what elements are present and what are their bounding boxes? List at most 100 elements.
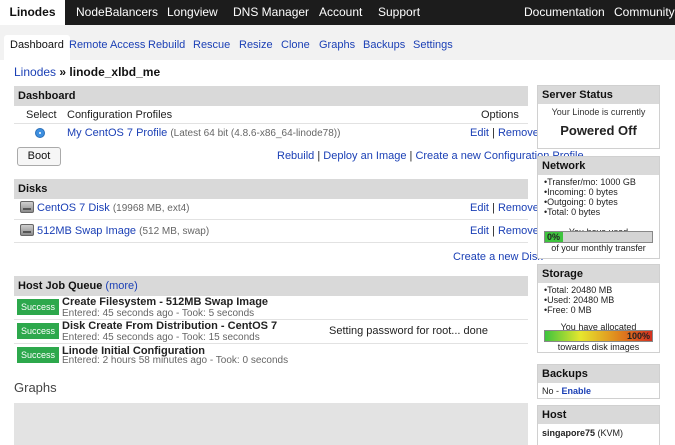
profile-row: My CentOS 7 Profile (Latest 64 bit (4.8.… (67, 127, 340, 139)
profile-options: Edit | Remove (470, 127, 539, 139)
nav-nodebalancers[interactable]: NodeBalancers (76, 0, 158, 25)
options-separator: | (492, 202, 495, 214)
tab-remote-access[interactable]: Remote Access (69, 35, 145, 60)
nav-account[interactable]: Account (319, 0, 362, 25)
graphs-title: Graphs (14, 380, 57, 395)
backups-header: Backups (538, 365, 659, 383)
nav-support[interactable]: Support (378, 0, 420, 25)
tab-settings[interactable]: Settings (413, 35, 453, 60)
network-stat: Incoming: 0 bytes (544, 187, 655, 197)
nav-documentation[interactable]: Documentation (524, 0, 605, 25)
storage-bar: 100% (544, 330, 653, 342)
job-queue-more-link[interactable]: (more) (105, 280, 137, 292)
divider (14, 242, 528, 243)
nav-linodes[interactable]: Linodes (0, 0, 65, 25)
remove-profile-link[interactable]: Remove (498, 127, 539, 139)
host-name: singapore75 (542, 428, 596, 438)
options-separator: | (492, 127, 495, 139)
boot-button[interactable]: Boot (17, 147, 61, 166)
tab-resize[interactable]: Resize (239, 35, 273, 60)
actions-separator: | (317, 150, 321, 162)
storage-stat: Free: 0 MB (544, 305, 655, 315)
disk-detail: (19968 MB, ext4) (112, 203, 190, 214)
breadcrumb: Linodes » linode_xlbd_me (14, 65, 160, 79)
disk-options: Edit | Remove (470, 202, 539, 214)
disk-detail: (512 MB, swap) (139, 226, 210, 237)
job-meta: Entered: 2 hours 58 minutes ago - Took: … (62, 355, 289, 366)
backups-row: No - Enable (538, 383, 659, 396)
nav-longview[interactable]: Longview (167, 0, 218, 25)
tab-rebuild[interactable]: Rebuild (148, 35, 185, 60)
divider (14, 123, 528, 124)
storage-stat: Used: 20480 MB (544, 295, 655, 305)
disk-row: 512MB Swap Image (512 MB, swap) (37, 225, 209, 237)
tab-dashboard[interactable]: Dashboard (4, 35, 70, 60)
hard-disk-icon (20, 224, 34, 236)
col-options-header: Options (481, 109, 519, 121)
breadcrumb-separator: » (59, 65, 67, 79)
server-status-panel: Server Status Your Linode is currently P… (537, 85, 660, 149)
divider (14, 219, 528, 220)
enable-backups-link[interactable]: Enable (562, 386, 592, 396)
edit-disk-link[interactable]: Edit (470, 225, 489, 237)
nav-dns-manager[interactable]: DNS Manager (233, 0, 309, 25)
network-stat: Total: 0 bytes (544, 207, 655, 217)
network-stat: Transfer/mo: 1000 GB (544, 177, 655, 187)
job-title: Disk Create From Distribution - CentOS 7 (62, 320, 278, 332)
disks-header: Disks (14, 179, 528, 199)
host-row: singapore75 (KVM) (538, 424, 659, 438)
storage-percent: 100% (626, 331, 650, 341)
hard-disk-icon (20, 201, 34, 213)
options-separator: | (492, 225, 495, 237)
col-select-header: Select (26, 109, 57, 121)
breadcrumb-linodes-link[interactable]: Linodes (14, 65, 56, 79)
storage-suffix: towards disk images (557, 342, 640, 352)
backups-state: No - (542, 386, 560, 396)
tab-rescue[interactable]: Rescue (193, 35, 230, 60)
job-meta: Entered: 45 seconds ago - Took: 5 second… (62, 308, 255, 319)
actions-separator: | (409, 150, 413, 162)
network-header: Network (538, 157, 659, 175)
remove-disk-link[interactable]: Remove (498, 202, 539, 214)
disk-options: Edit | Remove (470, 225, 539, 237)
profile-radio[interactable] (35, 128, 45, 138)
disk-row: CentOS 7 Disk (19968 MB, ext4) (37, 202, 190, 214)
nav-community[interactable]: Community (614, 0, 675, 25)
disk-link[interactable]: CentOS 7 Disk (37, 202, 110, 214)
backups-panel: Backups No - Enable (537, 364, 660, 399)
host-header: Host (538, 406, 659, 424)
storage-stat: Total: 20480 MB (544, 285, 655, 295)
job-note: Setting password for root... done (329, 325, 488, 337)
job-meta: Entered: 45 seconds ago - Took: 15 secon… (62, 332, 260, 343)
create-disk-link[interactable]: Create a new Disk (453, 251, 543, 263)
status-badge: Success (17, 299, 59, 315)
transfer-percent: 0% (547, 232, 561, 242)
job-queue-title: Host Job Queue (18, 280, 103, 292)
status-badge: Success (17, 347, 59, 363)
network-stat: Outgoing: 0 bytes (544, 197, 655, 207)
edit-disk-link[interactable]: Edit (470, 202, 489, 214)
dashboard-header: Dashboard (14, 86, 528, 106)
tab-graphs[interactable]: Graphs (319, 35, 355, 60)
host-type: (KVM) (597, 428, 624, 438)
edit-profile-link[interactable]: Edit (470, 127, 489, 139)
tab-backups[interactable]: Backups (363, 35, 405, 60)
breadcrumb-current: linode_xlbd_me (69, 65, 161, 79)
divider (14, 343, 528, 344)
network-panel: Network Transfer/mo: 1000 GB Incoming: 0… (537, 156, 660, 259)
transfer-suffix: of your monthly transfer (551, 243, 646, 253)
tab-clone[interactable]: Clone (281, 35, 310, 60)
col-profiles-header: Configuration Profiles (67, 109, 173, 121)
linode-tabs: Dashboard Remote Access Rebuild Rescue R… (0, 25, 675, 60)
job-title: Create Filesystem - 512MB Swap Image (62, 296, 269, 308)
disk-link[interactable]: 512MB Swap Image (37, 225, 136, 237)
rebuild-link[interactable]: Rebuild (277, 150, 314, 162)
profile-link[interactable]: My CentOS 7 Profile (67, 127, 167, 139)
top-nav: Linodes NodeBalancers Longview DNS Manag… (0, 0, 675, 25)
remove-disk-link[interactable]: Remove (498, 225, 539, 237)
deploy-image-link[interactable]: Deploy an Image (323, 150, 406, 162)
storage-header: Storage (538, 265, 659, 283)
host-panel: Host singapore75 (KVM) (537, 405, 660, 445)
server-status-header: Server Status (538, 86, 659, 104)
status-badge: Success (17, 323, 59, 339)
